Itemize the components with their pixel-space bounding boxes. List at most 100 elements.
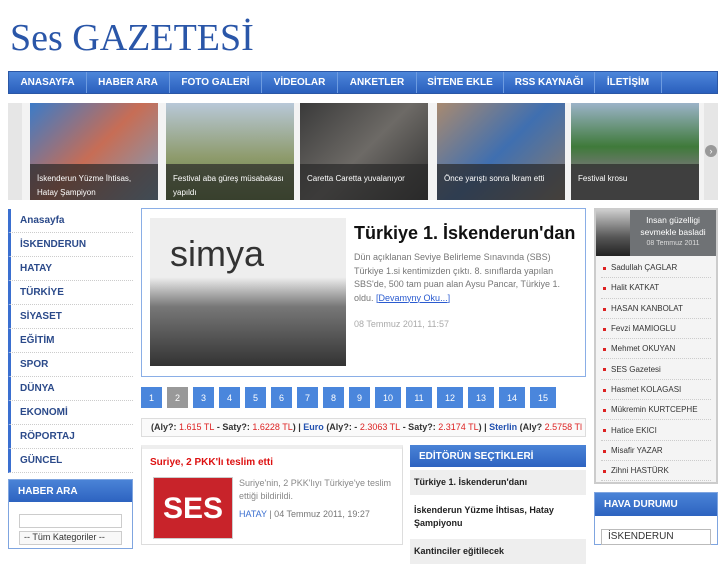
category-select[interactable]: -- Tüm Kategoriler -- [19, 531, 122, 545]
t: - Saty?: [400, 422, 439, 432]
featured-summary: Dün açıklanan Seviye Belirleme Sınavında… [354, 251, 579, 305]
author-date: 08 Temmuz 2011 [646, 240, 700, 247]
slide[interactable]: Caretta Caretta yuvalanıyor [300, 103, 428, 200]
author-link[interactable]: SES Gazetesi [601, 359, 711, 380]
author-featured[interactable]: Insan güzelligi sevmekle basladi 08 Temmu… [596, 210, 716, 256]
sterlin-buy: 2.5758 Tl [544, 422, 583, 432]
weather-box: HAVA DURUMU İSKENDERUN [594, 492, 718, 545]
page-button[interactable]: 6 [271, 387, 292, 408]
t: (Aly? [517, 422, 545, 432]
weather-title: HAVA DURUMU [595, 493, 717, 516]
editor-pick-item[interactable]: Kantinciler eğitilecek [410, 539, 586, 564]
nav-sitene-ekle[interactable]: SİTENE EKLE [417, 72, 504, 93]
page-button[interactable]: 15 [530, 387, 556, 408]
sterlin-label: Sterlin [489, 422, 518, 432]
dollar-buy: 1.615 TL [179, 422, 215, 432]
nav-iletisim[interactable]: İLETİŞİM [595, 72, 662, 93]
search-box: HABER ARA -- Tüm Kategoriler -- [8, 479, 133, 549]
sidebar-item-ekonomi[interactable]: EKONOMİ [8, 401, 133, 425]
page-button[interactable]: 9 [349, 387, 370, 408]
t: (Aly?: [151, 422, 179, 432]
nav-haber-ara[interactable]: HABER ARA [87, 72, 170, 93]
search-box-title: HABER ARA [9, 480, 132, 502]
editor-picks-title: EDİTÖRÜN SEÇTİKLERİ [410, 445, 586, 467]
page-button[interactable]: 10 [375, 387, 401, 408]
author-link[interactable]: Hatice EKICI [601, 420, 711, 441]
news-summary: Suriye'nin, 2 PKK'lıyı Türkiye'ye teslim… [239, 478, 392, 501]
page-button[interactable]: 3 [193, 387, 214, 408]
slider-next-button[interactable]: › [704, 103, 718, 200]
pagination: 1 2 3 4 5 6 7 8 9 10 11 12 13 14 15 [141, 387, 556, 408]
t: ) | [292, 422, 304, 432]
search-input[interactable] [19, 514, 122, 528]
site-logo[interactable]: Ses GAZETESİ [10, 16, 254, 60]
author-link[interactable]: Fevzi MAMIOGLU [601, 319, 711, 340]
slide[interactable]: Önce yarıştı sonra İkram etti [437, 103, 565, 200]
page-button[interactable]: 8 [323, 387, 344, 408]
slide-caption: İskenderun Yüzme İhtisas, Hatay Şampiyon [30, 164, 158, 200]
page-button[interactable]: 11 [406, 387, 432, 408]
page-button[interactable]: 7 [297, 387, 318, 408]
page-button[interactable]: 1 [141, 387, 162, 408]
news-date: | 04 Temmuz 2011, 19:27 [266, 509, 370, 519]
featured-title[interactable]: Türkiye 1. İskenderun'dan [354, 223, 575, 244]
category-sidebar: Anasayfa İSKENDERUN HATAY TÜRKİYE SİYASE… [8, 209, 133, 549]
sidebar-item-turkiye[interactable]: TÜRKİYE [8, 281, 133, 305]
featured-image[interactable]: simya [150, 218, 346, 366]
slide-caption: Festival krosu [571, 164, 699, 200]
editor-picks: EDİTÖRÜN SEÇTİKLERİ Türkiye 1. İskenderu… [410, 445, 586, 564]
news-title[interactable]: Suriye, 2 PKK'lı teslim etti [150, 457, 273, 468]
slide[interactable]: İskenderun Yüzme İhtisas, Hatay Şampiyon [30, 103, 158, 200]
editor-pick-item[interactable]: Türkiye 1. İskenderun'danı [410, 470, 586, 495]
t: - Saty?: [214, 422, 253, 432]
author-link[interactable]: Sadullah ÇAGLAR [601, 258, 711, 279]
page-button[interactable]: 12 [437, 387, 463, 408]
featured-date: 08 Temmuz 2011, 11:57 [354, 319, 450, 329]
author-link[interactable]: Hasmet KOLAGASI [601, 380, 711, 401]
page-button[interactable]: 14 [499, 387, 525, 408]
author-link[interactable]: Misafir YAZAR [601, 441, 711, 461]
author-link[interactable]: Zihni HASTÜRK [601, 461, 711, 482]
sidebar-item-iskenderun[interactable]: İSKENDERUN [8, 233, 133, 257]
t: ) | [478, 422, 490, 432]
editor-pick-item[interactable]: İskenderun Yüzme İhtisas, Hatay Şampiyon… [410, 498, 586, 536]
news-item: Suriye, 2 PKK'lı teslim etti SES Suriye'… [141, 445, 403, 545]
nav-rss[interactable]: RSS KAYNAĞI [504, 72, 595, 93]
page-button-active[interactable]: 2 [167, 387, 188, 408]
author-link[interactable]: HASAN KANBOLAT [601, 299, 711, 319]
nav-videolar[interactable]: VİDEOLAR [262, 72, 338, 93]
read-more-link[interactable]: [Devamyny Oku...] [376, 293, 450, 303]
sidebar-item-anasayfa[interactable]: Anasayfa [8, 209, 133, 233]
slide[interactable]: Festival krosu [571, 103, 699, 200]
author-link[interactable]: Mükremin KURTCEPHE [601, 400, 711, 421]
author-link[interactable]: Mehmet OKUYAN [601, 339, 711, 360]
sidebar-item-siyaset[interactable]: SİYASET [8, 305, 133, 329]
page-button[interactable]: 5 [245, 387, 266, 408]
slider-prev-button[interactable] [8, 103, 22, 200]
page-button[interactable]: 4 [219, 387, 240, 408]
news-image[interactable]: SES [153, 477, 233, 539]
slide[interactable]: Festival aba güreş müsabakası yapıldı [166, 103, 294, 200]
sidebar-item-roportaj[interactable]: RÖPORTAJ [8, 425, 133, 449]
t: (Aly?: - [323, 422, 360, 432]
sidebar-item-egitim[interactable]: EĞİTİM [8, 329, 133, 353]
author-avatar [596, 210, 630, 256]
news-category-link[interactable]: HATAY [239, 509, 267, 519]
city-select[interactable]: İSKENDERUN [601, 529, 711, 545]
sidebar-item-dunya[interactable]: DÜNYA [8, 377, 133, 401]
sidebar-item-hatay[interactable]: HATAY [8, 257, 133, 281]
euro-sell: 2.3174 TL [438, 422, 479, 432]
news-meta: HATAY | 04 Temmuz 2011, 19:27 [239, 509, 370, 519]
author-link[interactable]: Halit KATKAT [601, 278, 711, 299]
sidebar-item-guncel[interactable]: GÜNCEL [8, 449, 133, 473]
featured-news: simya Türkiye 1. İskenderun'dan Dün açık… [141, 208, 586, 377]
sidebar-item-spor[interactable]: SPOR [8, 353, 133, 377]
slide-caption: Caretta Caretta yuvalanıyor [300, 164, 428, 200]
dollar-sell: 1.6228 TL [252, 422, 293, 432]
image-logo-text: simya [170, 233, 265, 274]
page-button[interactable]: 13 [468, 387, 494, 408]
nav-anketler[interactable]: ANKETLER [338, 72, 417, 93]
slide-caption: Festival aba güreş müsabakası yapıldı [166, 164, 294, 200]
nav-foto-galeri[interactable]: FOTO GALERİ [170, 72, 262, 93]
nav-anasayfa[interactable]: ANASAYFA [9, 72, 87, 93]
